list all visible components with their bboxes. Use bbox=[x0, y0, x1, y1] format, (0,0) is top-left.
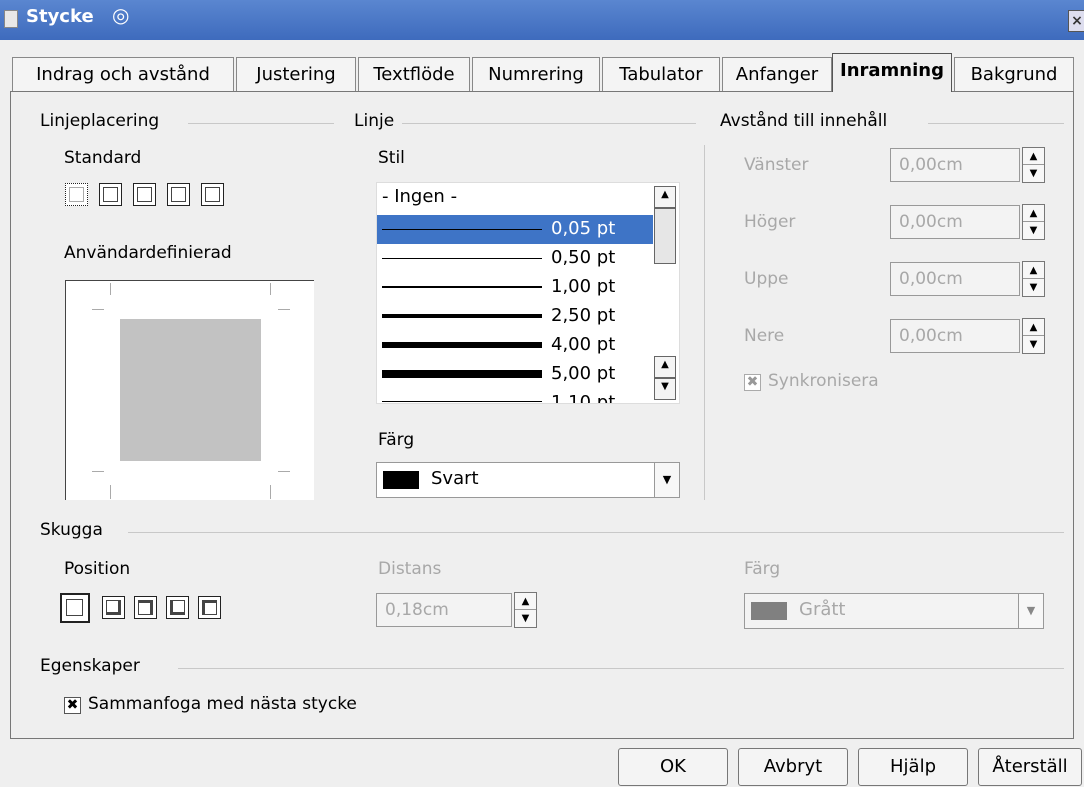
list-item[interactable]: 2,50 pt bbox=[377, 302, 653, 331]
title-bar: Stycke ◎ × bbox=[0, 0, 1084, 40]
list-item[interactable]: - Ingen - bbox=[377, 183, 653, 212]
preset-none[interactable] bbox=[65, 183, 88, 206]
bottom-field[interactable]: 0,00cm bbox=[890, 319, 1020, 353]
corner-mark bbox=[110, 283, 111, 295]
tab-tabs[interactable]: Tabulator bbox=[602, 57, 720, 91]
line-arrangement-header: Linjeplacering bbox=[40, 111, 160, 131]
divider bbox=[402, 123, 696, 124]
list-item[interactable]: 1,00 pt bbox=[377, 273, 653, 302]
right-label: Höger bbox=[744, 212, 796, 232]
default-label: Standard bbox=[64, 148, 142, 168]
chevron-down-icon[interactable]: ▼ bbox=[1018, 594, 1043, 628]
list-item[interactable]: 0,05 pt bbox=[377, 215, 653, 244]
synchronize-label: Synkronisera bbox=[768, 371, 879, 391]
preset-top-bottom[interactable] bbox=[167, 183, 190, 206]
tab-drop-caps[interactable]: Anfanger bbox=[722, 57, 832, 91]
scroll-down-button[interactable]: ▼ bbox=[654, 378, 676, 400]
corner-mark bbox=[92, 309, 104, 310]
shadow-header: Skugga bbox=[40, 520, 103, 540]
color-swatch bbox=[383, 471, 419, 489]
synchronize-checkbox[interactable]: ✖ bbox=[744, 374, 761, 391]
list-item[interactable]: 4,00 pt bbox=[377, 331, 653, 360]
preview-content bbox=[120, 319, 261, 461]
corner-mark bbox=[278, 471, 290, 472]
right-field[interactable]: 0,00cm bbox=[890, 205, 1020, 239]
shadow-none[interactable] bbox=[60, 593, 90, 623]
left-label: Vänster bbox=[744, 155, 809, 175]
scroll-up-button[interactable]: ▲ bbox=[654, 356, 676, 378]
line-header: Linje bbox=[354, 111, 395, 131]
busy-icon: ◎ bbox=[112, 3, 130, 27]
tab-background[interactable]: Bakgrund bbox=[954, 57, 1074, 91]
shadow-bottom-left[interactable] bbox=[166, 596, 189, 619]
tab-indents-spacing[interactable]: Indrag och avstånd bbox=[12, 57, 234, 91]
divider bbox=[128, 532, 1064, 533]
line-color-dropdown[interactable]: Svart ▼ bbox=[376, 462, 680, 498]
top-label: Uppe bbox=[744, 269, 789, 289]
shadow-bottom-right[interactable] bbox=[102, 596, 125, 619]
preset-left[interactable] bbox=[201, 183, 224, 206]
corner-mark bbox=[92, 471, 104, 472]
chevron-down-icon[interactable]: ▼ bbox=[654, 463, 679, 497]
corner-mark bbox=[270, 485, 271, 499]
shadow-top-left[interactable] bbox=[198, 596, 221, 619]
merge-label: Sammanfoga med nästa stycke bbox=[88, 694, 357, 714]
list-item[interactable]: 5,00 pt bbox=[377, 360, 653, 389]
scrollbar-thumb[interactable] bbox=[654, 208, 676, 264]
border-preview[interactable] bbox=[65, 280, 314, 500]
shadow-top-right[interactable] bbox=[134, 596, 157, 619]
close-button[interactable]: × bbox=[1068, 10, 1084, 32]
distance-label: Distans bbox=[378, 559, 442, 579]
color-swatch bbox=[751, 602, 787, 620]
properties-header: Egenskaper bbox=[40, 656, 140, 676]
ok-button[interactable]: OK bbox=[618, 748, 728, 786]
window-title: Stycke bbox=[26, 6, 94, 27]
bottom-label: Nere bbox=[744, 326, 785, 346]
cancel-button[interactable]: Avbryt bbox=[738, 748, 848, 786]
divider bbox=[188, 123, 334, 124]
line-color-label: Färg bbox=[378, 430, 415, 450]
left-spinner[interactable]: ▲ ▼ bbox=[1022, 147, 1045, 183]
tab-text-flow[interactable]: Textflöde bbox=[358, 57, 470, 91]
shadow-position-label: Position bbox=[64, 559, 131, 579]
list-item[interactable]: 1,10 pt bbox=[377, 389, 653, 403]
preset-left-right[interactable] bbox=[133, 183, 156, 206]
merge-checkbox[interactable]: ✖ bbox=[64, 697, 81, 714]
tab-numbering[interactable]: Numrering bbox=[472, 57, 600, 91]
divider bbox=[178, 668, 1064, 669]
corner-mark bbox=[270, 283, 271, 295]
tab-alignment[interactable]: Justering bbox=[236, 57, 356, 91]
right-spinner[interactable]: ▲ ▼ bbox=[1022, 204, 1045, 240]
help-button[interactable]: Hjälp bbox=[858, 748, 968, 786]
bottom-spinner[interactable]: ▲ ▼ bbox=[1022, 318, 1045, 354]
document-icon bbox=[4, 10, 18, 28]
left-field[interactable]: 0,00cm bbox=[890, 148, 1020, 182]
top-field[interactable]: 0,00cm bbox=[890, 262, 1020, 296]
tab-borders[interactable]: Inramning bbox=[832, 53, 952, 92]
shadow-color-label: Färg bbox=[744, 559, 781, 579]
divider bbox=[928, 123, 1064, 124]
user-defined-label: Användardefinierad bbox=[64, 243, 232, 263]
shadow-color-dropdown[interactable]: Grått ▼ bbox=[744, 593, 1044, 629]
top-spinner[interactable]: ▲ ▼ bbox=[1022, 261, 1045, 297]
reset-button[interactable]: Återställ bbox=[978, 748, 1082, 786]
preset-box[interactable] bbox=[99, 183, 122, 206]
corner-mark bbox=[110, 485, 111, 499]
list-item[interactable]: 0,50 pt bbox=[377, 244, 653, 273]
spacing-header: Avstånd till innehåll bbox=[720, 111, 888, 131]
distance-spinner[interactable]: ▲ ▼ bbox=[514, 592, 537, 628]
corner-mark bbox=[278, 309, 290, 310]
distance-field[interactable]: 0,18cm bbox=[376, 593, 512, 627]
style-label: Stil bbox=[378, 148, 405, 168]
line-style-list[interactable]: - Ingen - 0,05 pt 0,50 pt 1,00 pt 2,50 p… bbox=[376, 182, 680, 404]
divider bbox=[704, 145, 705, 500]
scroll-up-button[interactable]: ▲ bbox=[654, 186, 676, 208]
